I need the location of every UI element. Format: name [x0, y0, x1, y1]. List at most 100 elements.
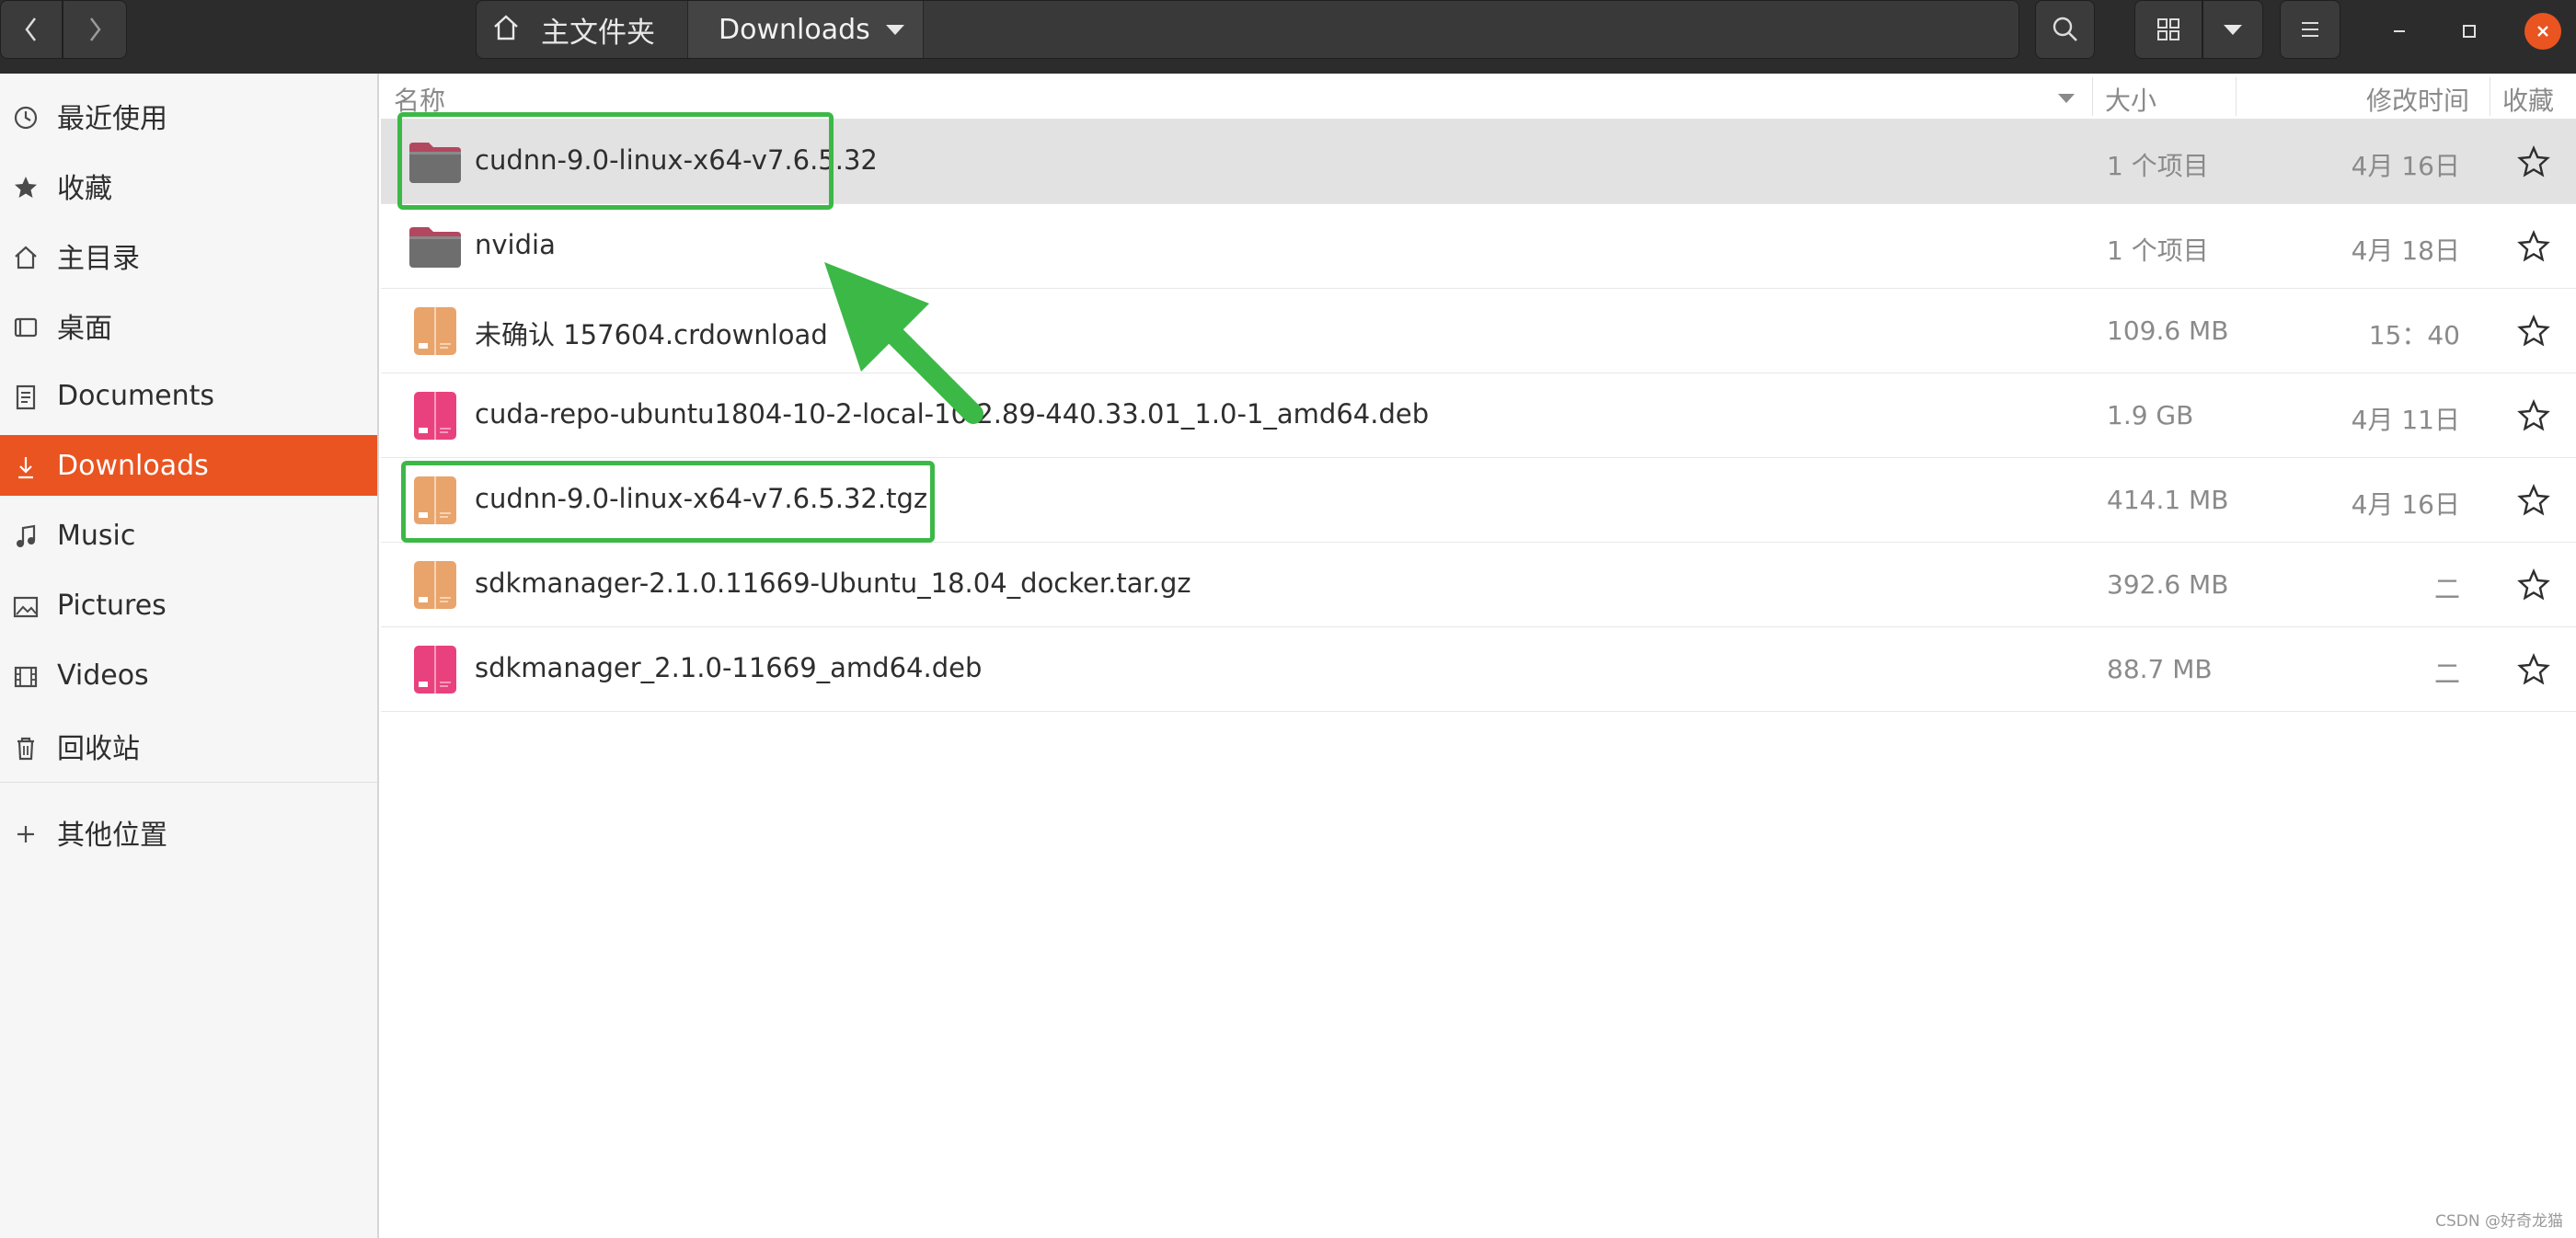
maximize-icon	[2463, 25, 2476, 38]
file-size: 88.7 MB	[2107, 654, 2213, 684]
file-row[interactable]: sdkmanager_2.1.0-11669_amd64.deb 88.7 MB…	[381, 627, 2576, 712]
file-row[interactable]: sdkmanager-2.1.0.11669-Ubuntu_18.04_dock…	[381, 543, 2576, 627]
breadcrumb-home[interactable]: 主文件夹	[477, 1, 688, 58]
grid-view-icon	[2157, 18, 2179, 40]
header-bar: 主文件夹 Downloads	[0, 0, 2576, 74]
star-icon	[11, 173, 40, 202]
sidebar-item-music[interactable]: Music	[0, 505, 377, 566]
archive-file-icon	[414, 561, 456, 609]
sidebar-item-label: 主目录	[57, 243, 140, 275]
column-modified[interactable]: 修改时间	[2366, 81, 2469, 118]
file-row[interactable]: nvidia 1 个项目 4月 18日	[381, 204, 2576, 289]
file-row[interactable]: 未确认 157604.crdownload 109.6 MB 15：40	[381, 289, 2576, 373]
file-size: 109.6 MB	[2107, 315, 2229, 346]
sidebar-item-desktop[interactable]: 桌面	[0, 295, 377, 356]
file-modified: 4月 16日	[2351, 151, 2460, 181]
path-bar: 主文件夹 Downloads	[476, 0, 2019, 59]
pictures-icon	[11, 592, 40, 622]
file-modified: 15：40	[2368, 320, 2460, 350]
forward-button[interactable]	[63, 0, 127, 59]
videos-icon	[11, 662, 40, 692]
sidebar-item-label: 最近使用	[57, 103, 167, 135]
archive-file-icon	[414, 307, 456, 355]
file-list-view: 名称 大小 修改时间 收藏 cudnn-9.0-linux-x64-v7.6.5…	[381, 74, 2576, 1238]
sidebar-item-videos[interactable]: Videos	[0, 645, 377, 705]
sidebar-item-recent[interactable]: 最近使用	[0, 86, 377, 146]
plus-icon	[11, 820, 40, 849]
close-icon	[2537, 26, 2548, 37]
grid-view-button[interactable]	[2134, 0, 2202, 59]
file-modified: 二	[2433, 659, 2460, 689]
watermark: CSDN @好奇龙猫	[2435, 1212, 2563, 1231]
sidebar-item-other-locations[interactable]: 其他位置	[0, 802, 377, 863]
sidebar-divider	[0, 782, 377, 783]
column-starred[interactable]: 收藏	[2502, 81, 2554, 118]
file-size: 1 个项目	[2107, 151, 2209, 181]
file-name: nvidia	[475, 229, 556, 260]
file-modified: 4月 11日	[2351, 405, 2460, 435]
home-icon	[11, 243, 40, 272]
deb-package-icon	[414, 392, 456, 440]
column-divider	[2236, 77, 2237, 116]
sidebar-item-label: 桌面	[57, 313, 112, 345]
documents-icon	[11, 383, 40, 412]
main-menu-button[interactable]	[2280, 0, 2340, 59]
file-row[interactable]: cuda-repo-ubuntu1804-10-2-local-10.2.89-…	[381, 373, 2576, 458]
file-modified: 二	[2433, 574, 2460, 604]
deb-package-icon	[414, 646, 456, 694]
chevron-down-icon	[886, 25, 904, 35]
column-divider	[2092, 77, 2093, 116]
home-icon	[491, 13, 521, 46]
places-sidebar: 最近使用 收藏 主目录 桌面 Documents Downloads Music	[0, 74, 379, 1238]
file-name: 未确认 157604.crdownload	[475, 319, 828, 350]
download-icon	[11, 453, 40, 482]
file-name: sdkmanager_2.1.0-11669_amd64.deb	[475, 652, 983, 683]
back-button[interactable]	[0, 0, 63, 59]
maximize-button[interactable]	[2451, 13, 2488, 50]
file-size: 1 个项目	[2107, 235, 2209, 266]
minimize-icon	[2394, 30, 2405, 32]
sidebar-item-label: 回收站	[57, 733, 140, 765]
sidebar-item-label: Documents	[57, 379, 215, 412]
file-manager-window: 主文件夹 Downloads 最近使用 收藏 主目录 桌面 Documents …	[0, 0, 2576, 1238]
sidebar-item-pictures[interactable]: Pictures	[0, 575, 377, 636]
forward-icon	[90, 17, 101, 41]
star-outline-icon[interactable]	[2515, 397, 2552, 434]
sidebar-item-label: Pictures	[57, 589, 167, 622]
sidebar-item-label: Music	[57, 519, 136, 552]
star-outline-icon[interactable]	[2515, 143, 2552, 180]
search-button[interactable]	[2035, 0, 2095, 59]
music-icon	[11, 522, 40, 552]
file-size: 1.9 GB	[2107, 400, 2194, 430]
file-modified: 4月 16日	[2351, 489, 2460, 520]
sidebar-item-documents[interactable]: Documents	[0, 365, 377, 426]
sidebar-item-label: 其他位置	[57, 820, 167, 852]
recent-icon	[11, 103, 40, 132]
view-options-button[interactable]	[2202, 0, 2263, 59]
sidebar-item-home[interactable]: 主目录	[0, 225, 377, 286]
star-outline-icon[interactable]	[2515, 482, 2552, 519]
search-icon	[2053, 17, 2077, 41]
file-name: cuda-repo-ubuntu1804-10-2-local-10.2.89-…	[475, 398, 1430, 430]
sidebar-item-downloads[interactable]: Downloads	[0, 435, 377, 496]
folder-icon	[409, 227, 461, 268]
breadcrumb-current[interactable]: Downloads	[688, 1, 924, 58]
sidebar-item-starred[interactable]: 收藏	[0, 155, 377, 216]
star-outline-icon[interactable]	[2515, 567, 2552, 603]
breadcrumb-home-label: 主文件夹	[541, 16, 655, 50]
minimize-button[interactable]	[2381, 13, 2418, 50]
star-outline-icon[interactable]	[2515, 651, 2552, 688]
star-outline-icon[interactable]	[2515, 313, 2552, 350]
back-icon	[25, 17, 36, 41]
star-outline-icon[interactable]	[2515, 228, 2552, 265]
sidebar-item-label: 收藏	[57, 173, 112, 205]
close-button[interactable]	[2524, 13, 2561, 50]
file-modified: 4月 18日	[2351, 235, 2460, 266]
file-size: 392.6 MB	[2107, 569, 2229, 600]
sidebar-item-trash[interactable]: 回收站	[0, 716, 377, 776]
file-size: 414.1 MB	[2107, 485, 2229, 515]
column-size[interactable]: 大小	[2105, 81, 2156, 118]
sort-descending-icon	[2058, 94, 2075, 103]
chevron-down-icon	[2224, 25, 2242, 35]
file-name: sdkmanager-2.1.0.11669-Ubuntu_18.04_dock…	[475, 567, 1191, 599]
